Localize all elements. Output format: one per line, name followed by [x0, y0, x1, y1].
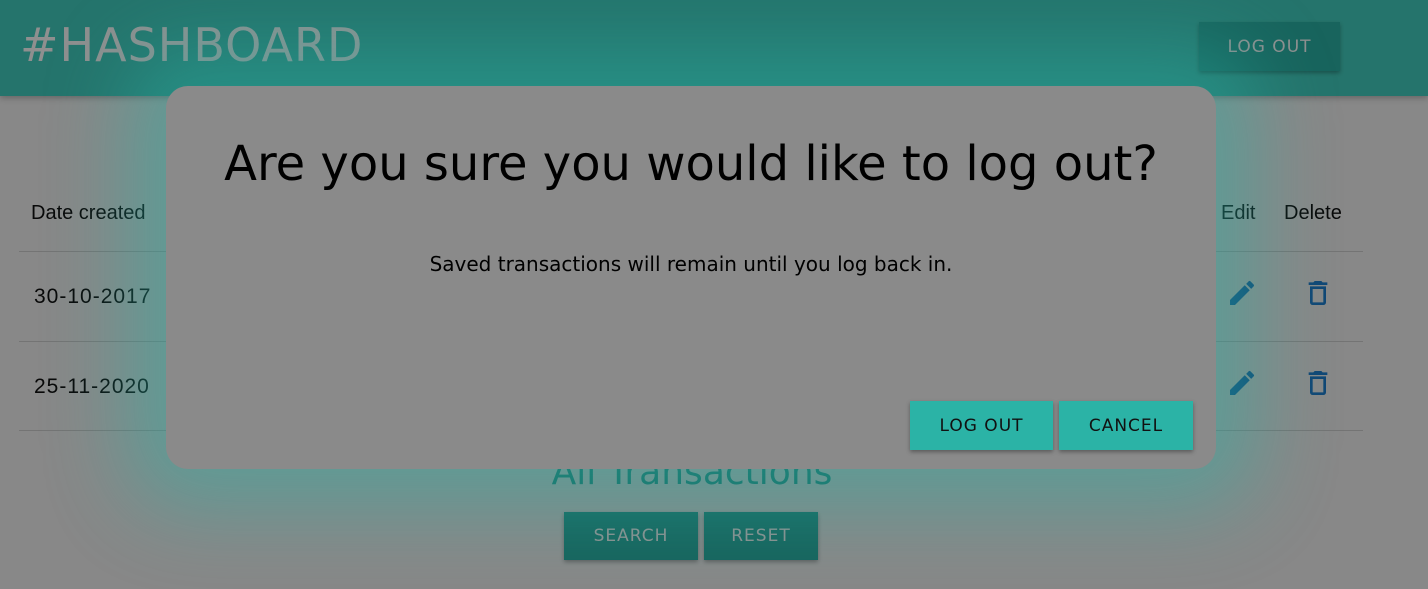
dialog-message: Saved transactions will remain until you…	[429, 252, 953, 276]
confirm-logout-button[interactable]: LOG OUT	[910, 401, 1053, 450]
logout-confirm-dialog: Are you sure you would like to log out? …	[166, 86, 1216, 469]
dialog-title: Are you sure you would like to log out?	[224, 136, 1158, 192]
cancel-button[interactable]: CANCEL	[1059, 401, 1193, 450]
